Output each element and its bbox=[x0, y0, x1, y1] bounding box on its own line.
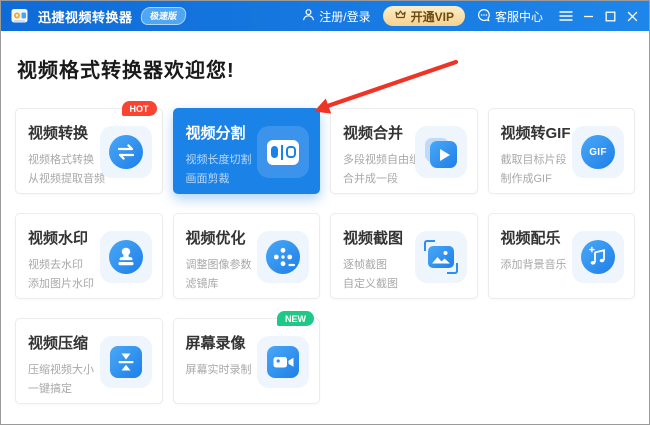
open-vip-button[interactable]: 开通VIP bbox=[383, 6, 465, 26]
new-badge: NEW bbox=[277, 311, 314, 326]
swap-icon bbox=[100, 126, 152, 178]
card-video-screenshot[interactable]: 视频截图 逐帧截图 自定义截图 bbox=[330, 213, 478, 299]
close-button[interactable] bbox=[623, 5, 641, 27]
minimize-button[interactable] bbox=[579, 5, 597, 27]
edition-badge: 极速版 bbox=[139, 7, 187, 25]
support-center-label: 客服中心 bbox=[495, 8, 543, 25]
card-video-watermark[interactable]: 视频水印 视频去水印 添加图片水印 bbox=[15, 213, 163, 299]
screenshot-icon bbox=[415, 231, 467, 283]
split-icon bbox=[257, 126, 309, 178]
stamp-icon bbox=[100, 231, 152, 283]
card-video-compress[interactable]: 视频压缩 压缩视频大小 一键搞定 bbox=[15, 318, 163, 404]
feature-grid: HOT 视频转换 视频格式转换 从视频提取音频 视频分割 视频长度切割 画面剪裁… bbox=[15, 108, 635, 404]
card-video-optimize[interactable]: 视频优化 调整图像参数 滤镜库 bbox=[173, 213, 321, 299]
login-label: 注册/登录 bbox=[319, 8, 370, 25]
login-button[interactable]: 注册/登录 bbox=[302, 8, 370, 25]
record-icon bbox=[257, 336, 309, 388]
card-screen-record[interactable]: NEW 屏幕录像 屏幕实时录制 bbox=[173, 318, 321, 404]
crown-icon bbox=[394, 9, 407, 23]
gif-icon: GIF bbox=[572, 126, 624, 178]
music-icon bbox=[572, 231, 624, 283]
page-title: 视频格式转换器欢迎您! bbox=[17, 57, 633, 85]
film-reel-icon bbox=[257, 231, 309, 283]
app-title: 迅捷视频转换器 bbox=[38, 7, 133, 26]
menu-button[interactable] bbox=[557, 5, 575, 27]
card-video-convert[interactable]: HOT 视频转换 视频格式转换 从视频提取音频 bbox=[15, 108, 163, 194]
titlebar: 迅捷视频转换器 极速版 注册/登录 开通VIP 客服中心 bbox=[1, 1, 649, 31]
app-window: 迅捷视频转换器 极速版 注册/登录 开通VIP 客服中心 视频格式转换器欢迎您! bbox=[0, 0, 650, 425]
card-video-split[interactable]: 视频分割 视频长度切割 画面剪裁 bbox=[173, 108, 321, 194]
card-video-music[interactable]: 视频配乐 添加背景音乐 bbox=[488, 213, 636, 299]
maximize-button[interactable] bbox=[601, 5, 619, 27]
open-vip-label: 开通VIP bbox=[411, 8, 454, 25]
merge-icon bbox=[415, 126, 467, 178]
app-logo-icon bbox=[11, 8, 31, 25]
card-video-merge[interactable]: 视频合并 多段视频自由组合 合并成一段 bbox=[330, 108, 478, 194]
support-center-button[interactable]: 客服中心 bbox=[477, 8, 543, 25]
compress-icon bbox=[100, 336, 152, 388]
main-content: 视频格式转换器欢迎您! HOT 视频转换 视频格式转换 从视频提取音频 视频分割… bbox=[1, 57, 649, 404]
user-icon bbox=[302, 8, 315, 24]
hot-badge: HOT bbox=[122, 101, 157, 116]
card-video-to-gif[interactable]: 视频转GIF 截取目标片段 制作成GIF GIF bbox=[488, 108, 636, 194]
chat-bubble-icon bbox=[477, 8, 491, 25]
